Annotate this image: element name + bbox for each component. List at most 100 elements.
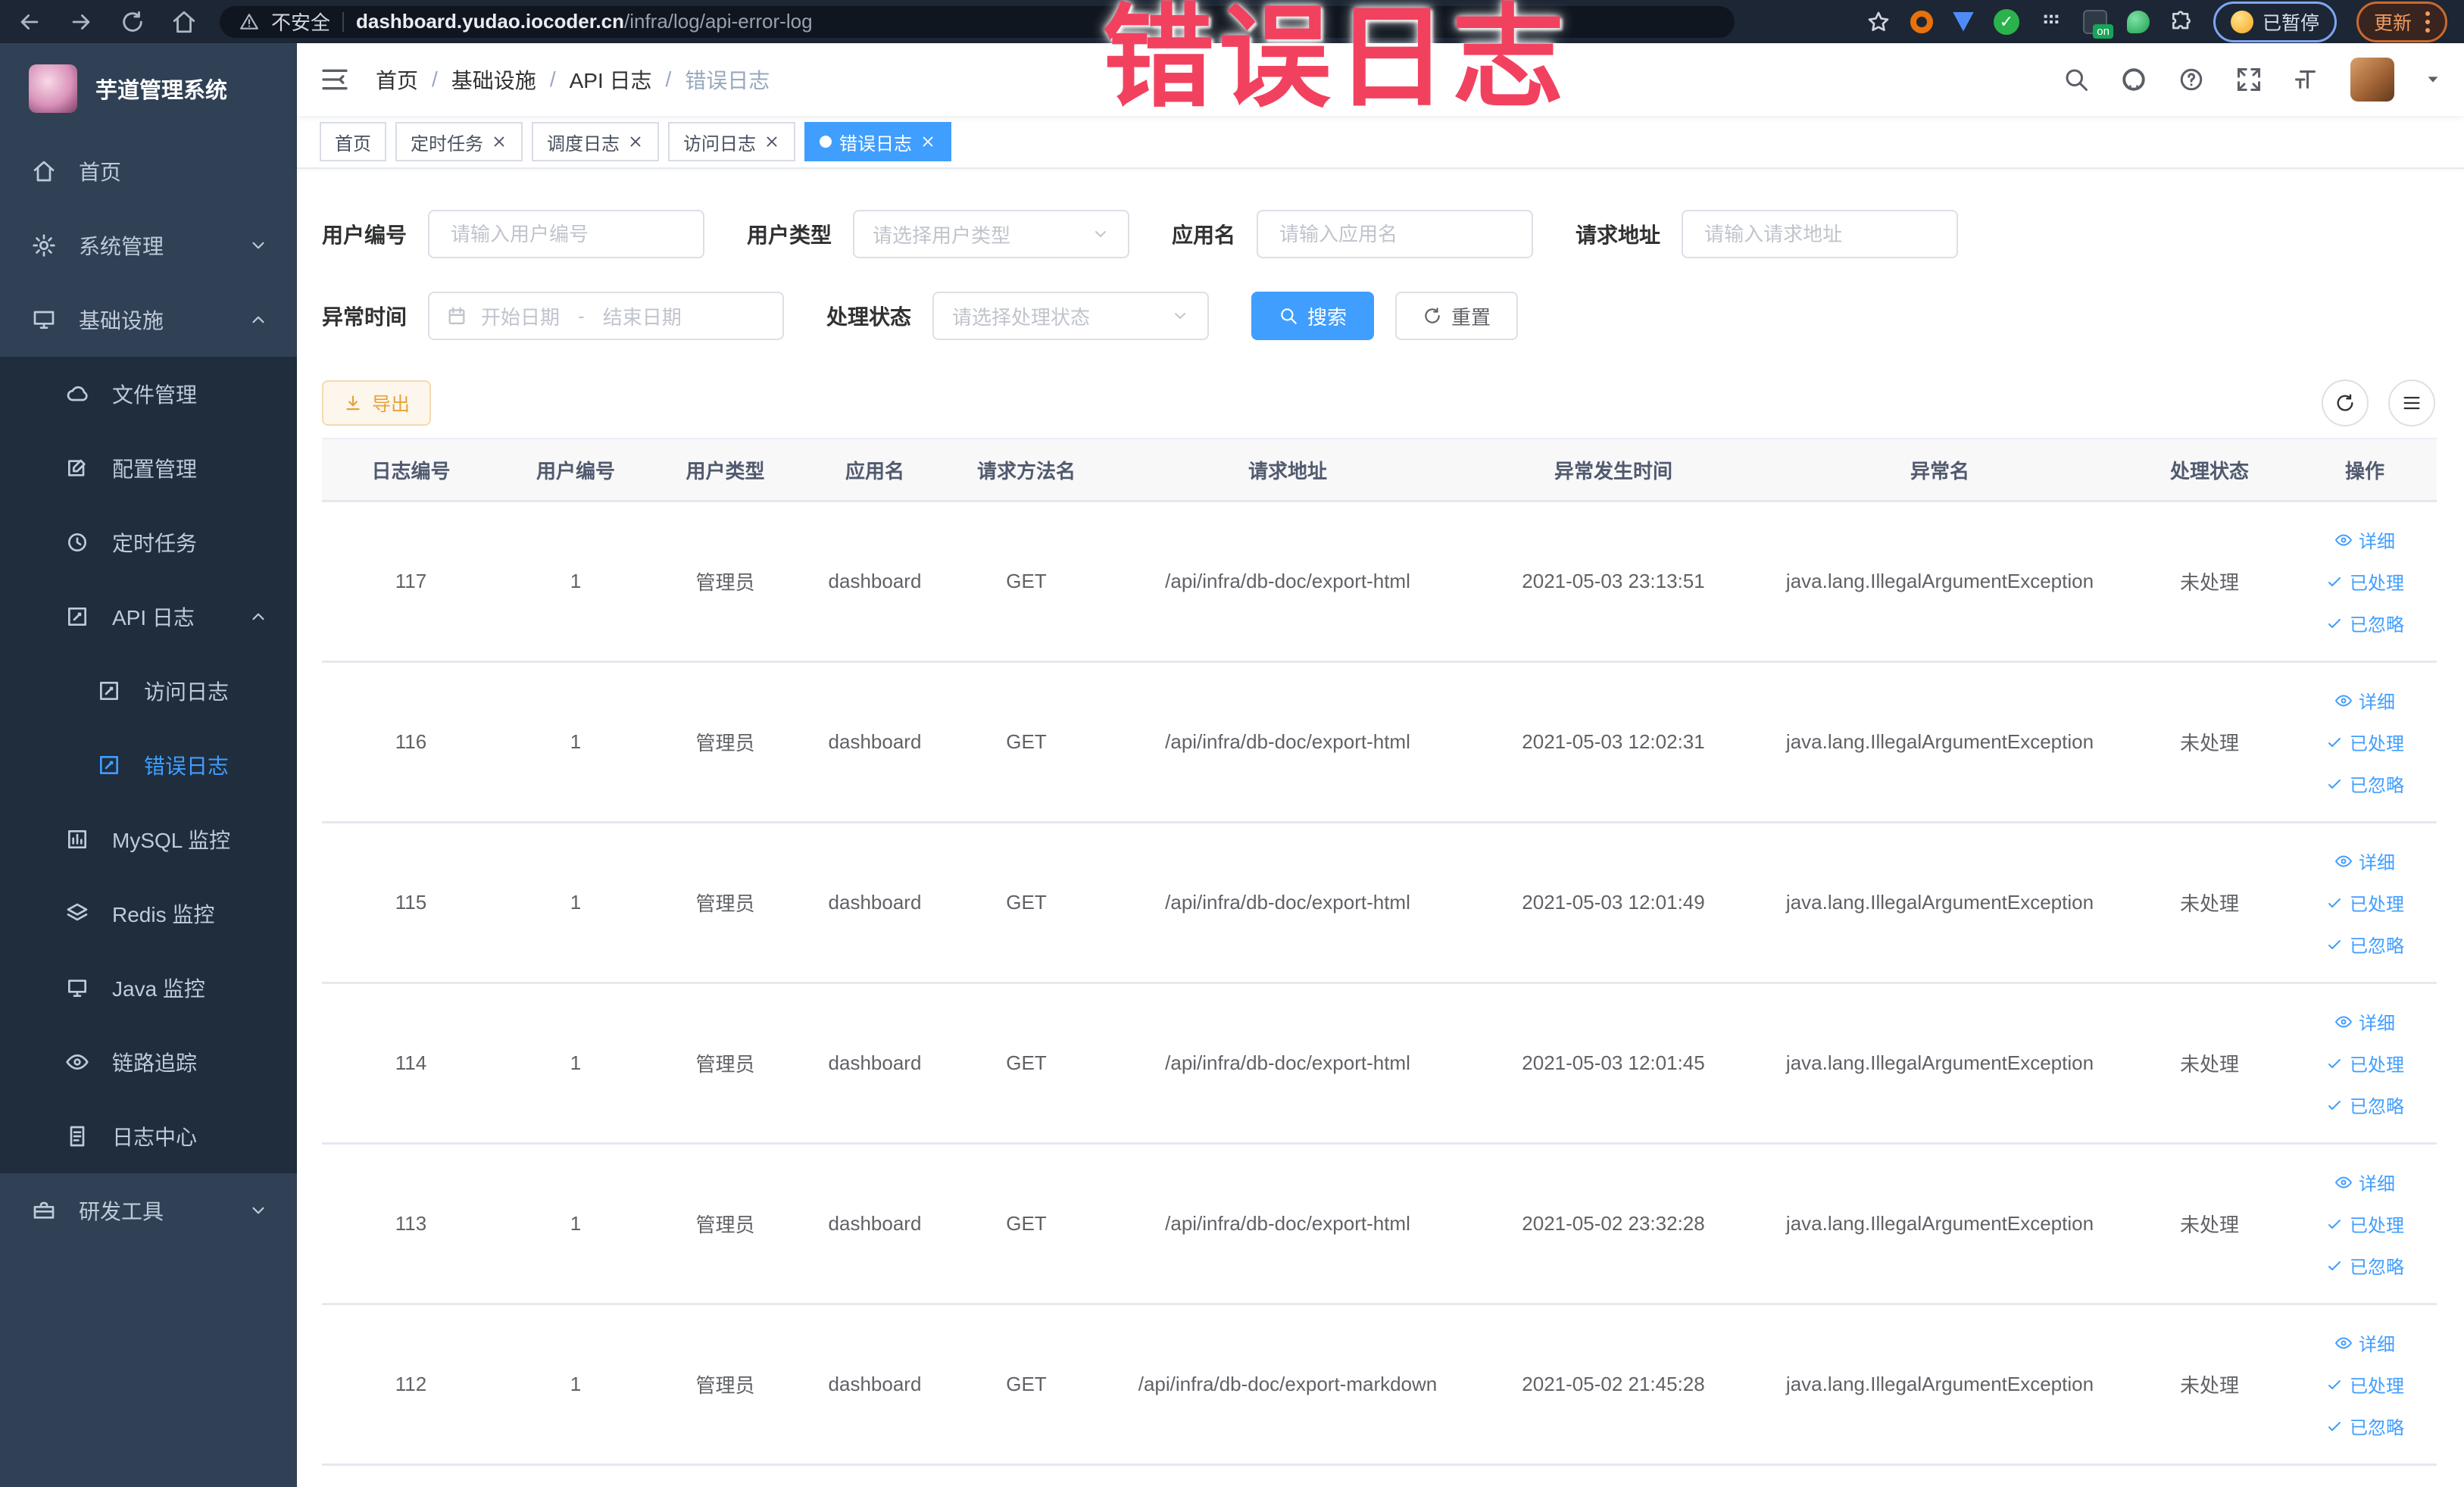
reset-button[interactable]: 重置 — [1395, 292, 1519, 340]
ext-orange-icon[interactable] — [1910, 10, 1933, 33]
breadcrumb-item[interactable]: 首页 — [376, 64, 418, 95]
ignored-action-link[interactable]: 已忽略 — [2325, 610, 2404, 636]
detail-action-link[interactable]: 详细 — [2334, 1329, 2395, 1356]
address-bar[interactable]: 不安全 dashboard.yudao.iocoder.cn/infra/log… — [220, 5, 1735, 38]
sidebar-item-1[interactable]: 系统管理 — [0, 208, 297, 283]
detail-action-link[interactable]: 详细 — [2334, 687, 2395, 714]
tab-4[interactable]: 错误日志 — [804, 122, 951, 161]
forward-icon[interactable] — [68, 9, 94, 35]
action-label: 已处理 — [2350, 734, 2404, 754]
ignored-action-link[interactable]: 已忽略 — [2325, 770, 2404, 797]
ignored-action-link[interactable]: 已忽略 — [2325, 931, 2404, 957]
processed-action-link[interactable]: 已处理 — [2325, 1371, 2404, 1398]
ext-leaf-icon[interactable] — [2126, 10, 2150, 33]
ext-on-icon[interactable] — [2082, 9, 2113, 39]
export-button[interactable]: 导出 — [322, 380, 432, 426]
github-icon[interactable] — [2120, 66, 2147, 93]
ext-location-icon[interactable] — [1952, 11, 1974, 32]
sidebar-item-8[interactable]: 错误日志 — [0, 728, 297, 802]
cell-status: 未处理 — [2179, 1053, 2239, 1076]
tab-3[interactable]: 访问日志 — [668, 122, 795, 161]
sidebar-item-6[interactable]: API 日志 — [0, 579, 297, 654]
ignored-action-link[interactable]: 已忽略 — [2325, 1092, 2404, 1118]
filter-exception-time: 异常时间 开始日期 - 结束日期 — [322, 292, 785, 340]
table-row: 114 1 管理员 dashboard GET/api/infra/db-doc/exp… — [322, 984, 2437, 1145]
table-settings-buttons — [2322, 380, 2435, 426]
column-settings-button[interactable] — [2388, 380, 2435, 426]
chrome-update-button[interactable]: 更新 — [2356, 1, 2447, 42]
fullscreen-icon[interactable] — [2235, 66, 2263, 93]
sidebar-item-2[interactable]: 基础设施 — [0, 283, 297, 357]
processed-action-link[interactable]: 已处理 — [2325, 889, 2404, 916]
sidebar-toggle-icon[interactable] — [320, 64, 350, 95]
paused-extension-button[interactable]: 已暂停 — [2213, 1, 2337, 42]
detail-action-link[interactable]: 详细 — [2334, 1008, 2395, 1035]
breadcrumb-item[interactable]: API 日志 — [570, 64, 652, 95]
sidebar-item-13[interactable]: 日志中心 — [0, 1099, 297, 1173]
close-tab-icon[interactable] — [491, 133, 507, 150]
sidebar-item-10[interactable]: Redis 监控 — [0, 876, 297, 951]
security-label[interactable]: 不安全 — [271, 8, 330, 36]
font-size-icon[interactable] — [2293, 66, 2320, 93]
ext-check-icon[interactable] — [1993, 8, 2019, 35]
processed-action-link[interactable]: 已处理 — [2325, 568, 2404, 595]
breadcrumb-item[interactable]: 基础设施 — [451, 64, 536, 95]
browser-menu-icon[interactable] — [2425, 11, 2430, 33]
close-tab-icon[interactable] — [627, 133, 644, 150]
breadcrumb-separator: / — [549, 67, 556, 91]
bookmark-star-icon[interactable] — [1866, 10, 1891, 34]
filter-row-1: 用户编号 用户类型 请选择用户类型 应用名 — [322, 210, 2443, 258]
ignored-action-link[interactable]: 已忽略 — [2325, 1252, 2404, 1279]
tab-0[interactable]: 首页 — [320, 122, 386, 161]
sidebar-item-5[interactable]: 定时任务 — [0, 505, 297, 579]
user-id-label: 用户编号 — [322, 223, 408, 247]
filter-row-2: 异常时间 开始日期 - 结束日期 处理状态 请选择处理状态 搜索 重置 — [322, 292, 2443, 340]
process-status-select[interactable]: 请选择处理状态 — [932, 292, 1210, 340]
request-url-label: 请求地址 — [1576, 223, 1661, 247]
close-tab-icon[interactable] — [764, 133, 780, 150]
refresh-table-button[interactable] — [2322, 380, 2369, 426]
security-warning-icon[interactable] — [239, 12, 259, 32]
url-text[interactable]: dashboard.yudao.iocoder.cn/infra/log/api… — [356, 10, 813, 33]
ignored-action-link[interactable]: 已忽略 — [2325, 1413, 2404, 1439]
app-name-input[interactable] — [1257, 210, 1534, 258]
processed-action-link[interactable]: 已处理 — [2325, 1211, 2404, 1237]
user-type-select[interactable]: 请选择用户类型 — [853, 210, 1130, 258]
processed-action-link[interactable]: 已处理 — [2325, 1050, 2404, 1076]
back-icon[interactable] — [17, 9, 42, 35]
close-tab-icon[interactable] — [920, 133, 936, 150]
request-url-input[interactable] — [1682, 210, 1959, 258]
sidebar-item-3[interactable]: 文件管理 — [0, 357, 297, 431]
chevron-down-icon[interactable] — [2425, 71, 2441, 88]
puzzle-icon[interactable] — [2169, 10, 2194, 34]
sidebar-item-7[interactable]: 访问日志 — [0, 654, 297, 728]
sidebar-item-0[interactable]: 首页 — [0, 134, 297, 208]
tab-2[interactable]: 调度日志 — [532, 122, 659, 161]
processed-action-link[interactable]: 已处理 — [2325, 729, 2404, 755]
detail-action-link[interactable]: 详细 — [2334, 1169, 2395, 1195]
sidebar-item-4[interactable]: 配置管理 — [0, 431, 297, 505]
date-range-picker[interactable]: 开始日期 - 结束日期 — [428, 292, 785, 340]
sidebar-item-14[interactable]: 研发工具 — [0, 1173, 297, 1248]
column-header-6: 异常发生时间 — [1554, 459, 1672, 483]
app-logo-row[interactable]: 芋道管理系统 — [0, 43, 297, 134]
detail-action-link[interactable]: 详细 — [2334, 848, 2395, 874]
home-icon — [32, 159, 56, 183]
check-icon — [2325, 1215, 2344, 1233]
ext-grid-icon[interactable] — [2039, 10, 2063, 34]
user-id-input[interactable] — [428, 210, 705, 258]
search-button[interactable]: 搜索 — [1251, 292, 1375, 340]
filter-user-type: 用户类型 请选择用户类型 — [747, 210, 1130, 258]
sidebar-item-9[interactable]: MySQL 监控 — [0, 802, 297, 876]
search-icon[interactable] — [2063, 66, 2090, 93]
help-icon[interactable] — [2178, 66, 2205, 93]
breadcrumb-item[interactable]: 错误日志 — [685, 64, 770, 95]
sidebar-item-11[interactable]: Java 监控 — [0, 951, 297, 1025]
detail-action-link[interactable]: 详细 — [2334, 526, 2395, 553]
url-domain: dashboard.yudao.iocoder.cn — [356, 10, 624, 33]
reload-icon[interactable] — [120, 9, 145, 35]
tab-1[interactable]: 定时任务 — [395, 122, 523, 161]
home-nav-icon[interactable] — [171, 9, 197, 35]
user-avatar[interactable] — [2350, 58, 2394, 102]
sidebar-item-12[interactable]: 链路追踪 — [0, 1025, 297, 1099]
